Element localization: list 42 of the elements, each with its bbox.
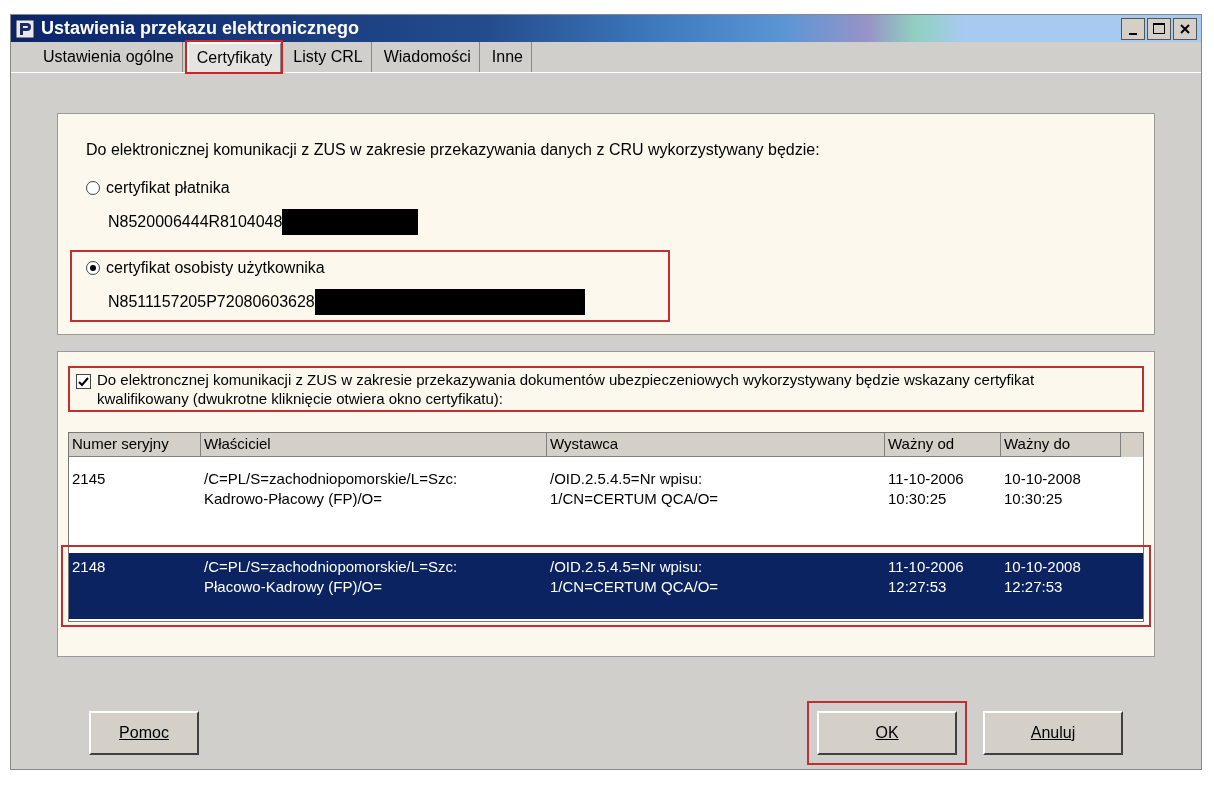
checkbox[interactable] <box>76 374 91 389</box>
table-cell-text: /OID.2.5.4.5=Nr wpisu: 1/CN=CERTUM QCA/O= <box>549 556 720 597</box>
table-cell-text: 10-10-2008 10:30:25 <box>1003 468 1082 509</box>
column-header[interactable]: Numer seryjny <box>69 433 201 457</box>
radio-button[interactable] <box>86 261 100 275</box>
dialog-button[interactable]: Pomoc <box>89 711 199 755</box>
checkbox-label: Do elektroncznej komunikacji z ZUS w zakresie przekazywania dokumentów ubezpieczeniowych wykorzystywany będzie wskazany certyfikat kwalifikowany (dwukrotne kliknięcie otwiera okno certyfikatu): <box>97 370 1036 408</box>
app-icon <box>15 18 35 39</box>
close-button[interactable] <box>1173 17 1197 40</box>
column-header[interactable]: Właściciel <box>201 433 547 457</box>
radio-label: certyfikat osobisty użytkownika <box>106 258 325 278</box>
table-cell-text: /C=PL/S=zachodniopomorskie/L=Szc: Płacowo-Kadrowy (FP)/O= <box>203 556 459 597</box>
table-cell-text: /OID.2.5.4.5=Nr wpisu: 1/CN=CERTUM QCA/O= <box>549 468 720 509</box>
column-header[interactable]: Ważny do <box>1001 433 1121 457</box>
table-cell-text: 11-10-2006 10:30:25 <box>887 468 965 509</box>
tab[interactable]: Ustawienia ogólne <box>35 42 183 72</box>
table-cell-text: 10-10-2008 12:27:53 <box>1003 556 1082 597</box>
table-cell-text: 2145 <box>71 468 107 489</box>
tab[interactable]: Listy CRL <box>285 42 372 72</box>
table-cell-text: /C=PL/S=zachodniopomorskie/L=Szc: Kadrowo-Płacowy (FP)/O= <box>203 468 459 509</box>
prompt-text: Do elektronicznej komunikacji z ZUS w zakresie przekazywania danych z CRU wykorzystywany będzie: <box>86 140 821 160</box>
maximize-button[interactable] <box>1147 17 1171 40</box>
maximize-icon <box>1153 23 1165 34</box>
radio-label: certyfikat płatnika <box>106 178 230 198</box>
certificate-number: N8511157205P72080603628 <box>108 292 315 312</box>
tab[interactable]: Inne <box>483 42 532 72</box>
dialog-button[interactable]: Anuluj <box>983 711 1123 755</box>
column-header[interactable]: Ważny od <box>885 433 1001 457</box>
tab[interactable]: Certyfikaty <box>186 42 282 72</box>
tab[interactable]: Wiadomości <box>375 42 480 72</box>
radio-button[interactable] <box>86 181 100 195</box>
minimize-button[interactable] <box>1121 17 1145 40</box>
window-title: Ustawienia przekazu elektronicznego <box>41 17 360 40</box>
table-row[interactable]: 2148 /C=PL/S=zachodniopomorskie/L=Szc: Płacowo-Kadrowy (FP)/O= /OID.2.5.4.5=Nr wpisu: 1/CN=CERTUM QCA/O= 11-10-2006 12:27:53 10-10-2008 12:27:53 <box>69 552 1143 619</box>
close-icon <box>1180 23 1190 34</box>
certificate-number: N8520006444R8104048 <box>108 212 283 232</box>
minimize-icon <box>1129 32 1137 35</box>
column-header[interactable]: Wystawca <box>547 433 885 457</box>
table-cell-text: 2148 <box>71 556 107 577</box>
check-icon <box>78 376 89 387</box>
table-cell-text: 11-10-2006 12:27:53 <box>887 556 965 597</box>
dialog-button[interactable]: OK <box>817 711 957 755</box>
